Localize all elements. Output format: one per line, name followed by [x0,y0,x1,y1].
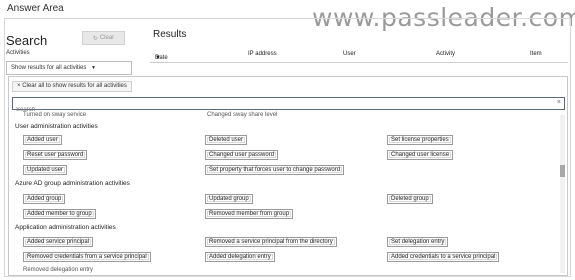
activity-option[interactable]: Deleted group [387,194,433,204]
group-label-azure-ad-group: Azure AD group administration activities [15,180,130,187]
partial-item: Turned on sway service [23,112,87,118]
activity-option[interactable]: Set delegation entry [387,237,449,247]
activity-option[interactable]: Added service principal [23,237,94,247]
column-activity: Activity [436,51,456,57]
activity-option[interactable]: Deleted user [205,135,248,145]
clear-all-label: Clear all to show results for all activi… [22,83,127,89]
activities-select-value: Show results for all activities [11,65,87,71]
undo-icon: ↻ [92,35,98,42]
group-label-user-admin: User administration activities [15,123,98,130]
clear-all-button[interactable]: × Clear all to show results for all acti… [12,81,132,92]
activities-dropdown: × Clear all to show results for all acti… [8,76,568,276]
search-title: Search [6,33,48,48]
activity-option[interactable]: Changed user license [387,150,454,160]
column-user: User [343,51,356,57]
activity-option[interactable]: Added member to group [23,209,96,219]
column-ip-address: IP address [248,51,277,57]
sort-desc-icon: ▼ [155,55,161,61]
activity-option[interactable]: Set license properties [387,135,453,145]
scrollbar-thumb[interactable] [560,165,565,177]
dropdown-scrollbar[interactable] [560,115,565,273]
close-icon: × [17,83,21,89]
results-title: Results [153,29,187,40]
activity-option[interactable]: Changed user password [205,150,279,160]
activity-option[interactable]: Removed credentials from a service princ… [23,252,151,262]
partial-item: Removed delegation entry [23,267,94,273]
chevron-down-icon: ▼ [91,65,96,71]
activity-option[interactable]: Updated user [23,165,68,175]
answer-area-title: Answer Area [7,3,64,14]
activity-option[interactable]: Set property that forces user to change … [205,165,345,175]
activity-option[interactable]: Updated group [205,194,253,204]
results-header: Date ▼ IP address User Activity Item [150,47,568,63]
activity-option[interactable]: Removed a service principal from the dir… [205,237,337,247]
column-item: Item [530,51,542,57]
activity-option[interactable]: Added user [23,135,62,145]
activity-option[interactable]: Removed member from group [205,209,294,219]
activity-option[interactable]: Added group [23,194,66,204]
activities-select[interactable]: Show results for all activities ▼ [6,61,132,75]
close-icon[interactable]: × [557,99,561,106]
activity-option[interactable]: Reset user password [23,150,88,160]
activity-search-box: × [12,97,565,116]
clear-button[interactable]: ↻ Clear [82,31,125,45]
activities-label: Activities [6,50,30,56]
group-label-application-admin: Application administration activities [15,224,116,231]
activity-option[interactable]: Added credentials to a service principal [387,252,500,262]
clear-button-label: Clear [99,35,115,41]
partial-item: Changed sway share level [207,112,278,118]
activity-option[interactable]: Added delegation entry [205,252,275,262]
